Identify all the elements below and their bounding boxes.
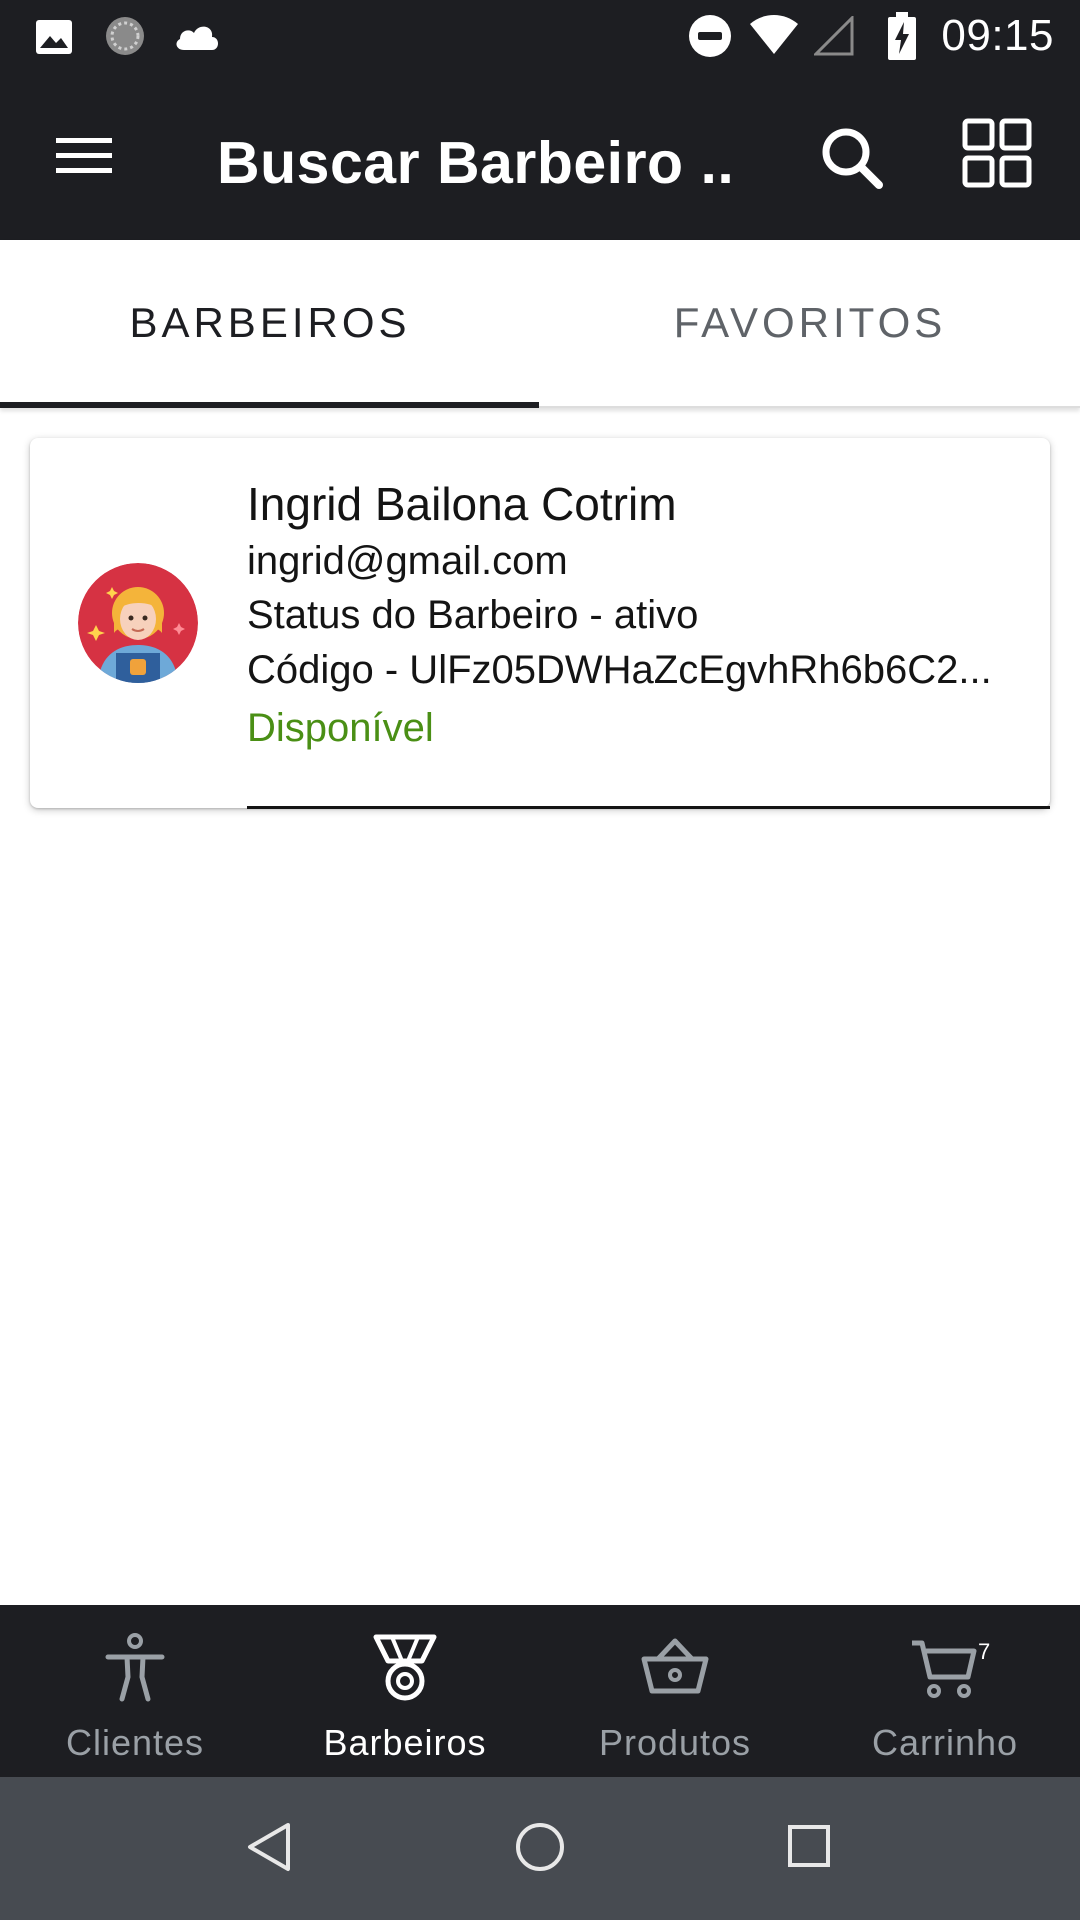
nav-item-carrinho[interactable]: 7 Carrinho — [810, 1605, 1080, 1777]
cart-count-badge: 7 — [978, 1639, 991, 1664]
do-not-disturb-icon — [689, 15, 731, 57]
barber-avatar-illustration — [78, 563, 198, 683]
menu-icon[interactable] — [56, 136, 112, 176]
nav-item-produtos[interactable]: Produtos — [540, 1605, 810, 1777]
basket-icon — [641, 1638, 709, 1694]
tab-favoritos[interactable]: FAVORITOS — [540, 240, 1080, 406]
system-navigation-bar — [0, 1777, 1080, 1920]
wifi-icon — [750, 15, 798, 54]
image-icon — [36, 20, 72, 54]
home-icon[interactable] — [514, 1821, 566, 1873]
avatar — [78, 563, 198, 683]
nav-label-carrinho: Carrinho — [871, 1722, 1019, 1763]
nav-item-clientes[interactable]: Clientes — [0, 1605, 270, 1777]
nav-label-produtos: Produtos — [598, 1722, 752, 1763]
cell-signal-icon — [814, 16, 854, 56]
nav-label-barbeiros: Barbeiros — [323, 1722, 487, 1763]
clock: 09:15 — [941, 11, 1054, 60]
back-icon[interactable] — [246, 1821, 292, 1873]
cart-icon — [912, 1640, 977, 1698]
person-accessibility-icon — [105, 1633, 165, 1702]
active-tab-indicator — [0, 402, 539, 408]
status-bar: 09:15 — [0, 0, 1080, 72]
barber-card[interactable]: Ingrid Bailona Cotrim ingrid@gmail.com S… — [30, 438, 1050, 809]
bottom-navigation: Clientes Barbeiros Produtos 7 Carrinho — [0, 1605, 1080, 1777]
barber-name: Ingrid Bailona Cotrim — [247, 478, 677, 530]
app-bar: Buscar Barbeiro ... — [0, 72, 1080, 240]
medal-icon — [373, 1634, 437, 1701]
page-title: Buscar Barbeiro ... — [217, 130, 737, 196]
search-icon[interactable] — [820, 126, 884, 190]
card-divider — [247, 806, 1050, 809]
barber-code: Código - UlFz05DWHaZcEgvhRh6b6C2... — [247, 648, 992, 692]
grid-view-icon[interactable] — [962, 118, 1032, 188]
barber-status: Status do Barbeiro - ativo — [247, 593, 699, 637]
nav-item-barbeiros[interactable]: Barbeiros — [270, 1605, 540, 1777]
cloud-icon — [176, 26, 218, 50]
tab-barbeiros[interactable]: BARBEIROS — [0, 240, 540, 406]
nav-label-clientes: Clientes — [65, 1722, 205, 1763]
loading-icon — [106, 17, 144, 55]
battery-charging-icon — [888, 12, 916, 60]
recents-icon[interactable] — [786, 1821, 832, 1873]
tab-bar: BARBEIROS FAVORITOS — [0, 240, 1080, 408]
availability-label: Disponível — [247, 706, 434, 750]
barber-email: ingrid@gmail.com — [247, 539, 568, 583]
